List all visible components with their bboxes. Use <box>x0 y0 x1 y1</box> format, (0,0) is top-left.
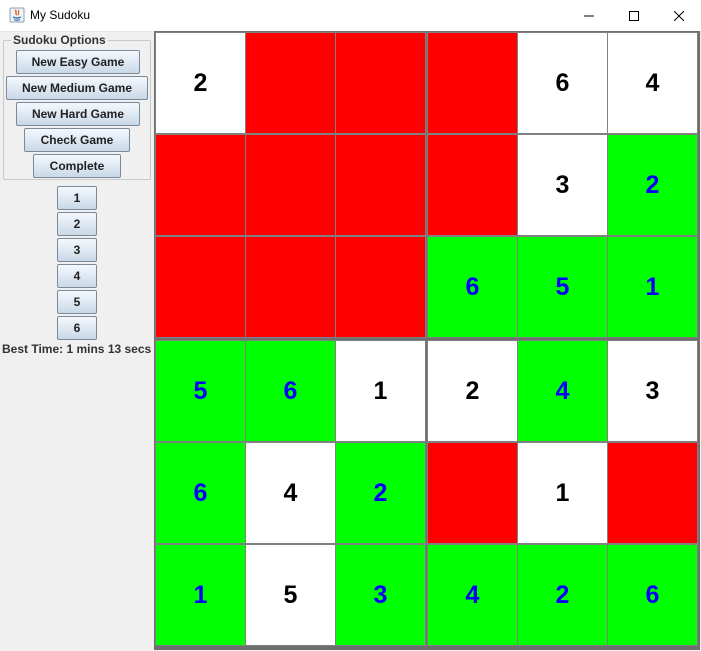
close-icon <box>673 10 684 21</box>
cell-r5-c2[interactable]: 4 <box>245 442 336 544</box>
cell-r5-c3[interactable]: 2 <box>335 442 426 544</box>
close-button[interactable] <box>656 0 701 31</box>
cell-r2-c4[interactable] <box>427 134 518 236</box>
cell-r1-c6[interactable]: 4 <box>607 32 698 134</box>
cell-r5-c4[interactable] <box>427 442 518 544</box>
cell-r4-c6[interactable]: 3 <box>607 340 698 442</box>
number-button-6[interactable]: 6 <box>57 316 97 340</box>
maximize-button[interactable] <box>611 0 656 31</box>
title-bar: My Sudoku <box>0 0 701 32</box>
cell-r2-c3[interactable] <box>335 134 426 236</box>
window-title: My Sudoku <box>30 8 91 22</box>
best-time-label: Best Time: 1 mins 13 secs <box>2 342 152 356</box>
cell-r4-c5[interactable]: 4 <box>517 340 608 442</box>
cell-r3-c2[interactable] <box>245 236 336 338</box>
cell-r3-c3[interactable] <box>335 236 426 338</box>
cell-r3-c4[interactable]: 6 <box>427 236 518 338</box>
maximize-icon <box>628 10 639 21</box>
new-medium-game-button[interactable]: New Medium Game <box>6 76 148 100</box>
cell-r6-c1[interactable]: 1 <box>155 544 246 646</box>
cell-r1-c2[interactable] <box>245 32 336 134</box>
cell-r6-c5[interactable]: 2 <box>517 544 608 646</box>
cell-r6-c4[interactable]: 4 <box>427 544 518 646</box>
cell-r3-c1[interactable] <box>155 236 246 338</box>
new-hard-game-button[interactable]: New Hard Game <box>16 102 140 126</box>
cell-r2-c6[interactable]: 2 <box>607 134 698 236</box>
cell-r5-c6[interactable] <box>607 442 698 544</box>
minimize-icon <box>583 15 594 16</box>
cell-r3-c6[interactable]: 1 <box>607 236 698 338</box>
options-legend: Sudoku Options <box>11 33 108 47</box>
number-button-3[interactable]: 3 <box>57 238 97 262</box>
cell-r6-c3[interactable]: 3 <box>335 544 426 646</box>
cell-r6-c6[interactable]: 6 <box>607 544 698 646</box>
number-button-5[interactable]: 5 <box>57 290 97 314</box>
cell-r2-c2[interactable] <box>245 134 336 236</box>
cell-r2-c5[interactable]: 3 <box>517 134 608 236</box>
number-button-4[interactable]: 4 <box>57 264 97 288</box>
cell-r4-c1[interactable]: 5 <box>155 340 246 442</box>
cell-r5-c1[interactable]: 6 <box>155 442 246 544</box>
check-game-button[interactable]: Check Game <box>24 128 130 152</box>
new-easy-game-button[interactable]: New Easy Game <box>16 50 140 74</box>
cell-r4-c3[interactable]: 1 <box>335 340 426 442</box>
minimize-button[interactable] <box>566 0 611 31</box>
cell-r5-c5[interactable]: 1 <box>517 442 608 544</box>
cell-r3-c5[interactable]: 5 <box>517 236 608 338</box>
complete-button[interactable]: Complete <box>33 154 121 178</box>
number-button-2[interactable]: 2 <box>57 212 97 236</box>
cell-r4-c2[interactable]: 6 <box>245 340 336 442</box>
cell-r2-c1[interactable] <box>155 134 246 236</box>
java-app-icon <box>9 7 25 23</box>
number-button-1[interactable]: 1 <box>57 186 97 210</box>
cell-r1-c5[interactable]: 6 <box>517 32 608 134</box>
cell-r1-c4[interactable] <box>427 32 518 134</box>
cell-r1-c3[interactable] <box>335 32 426 134</box>
cell-r6-c2[interactable]: 5 <box>245 544 336 646</box>
sudoku-board: 264326515612436421153426 <box>154 31 700 650</box>
cell-r1-c1[interactable]: 2 <box>155 32 246 134</box>
cell-r4-c4[interactable]: 2 <box>427 340 518 442</box>
